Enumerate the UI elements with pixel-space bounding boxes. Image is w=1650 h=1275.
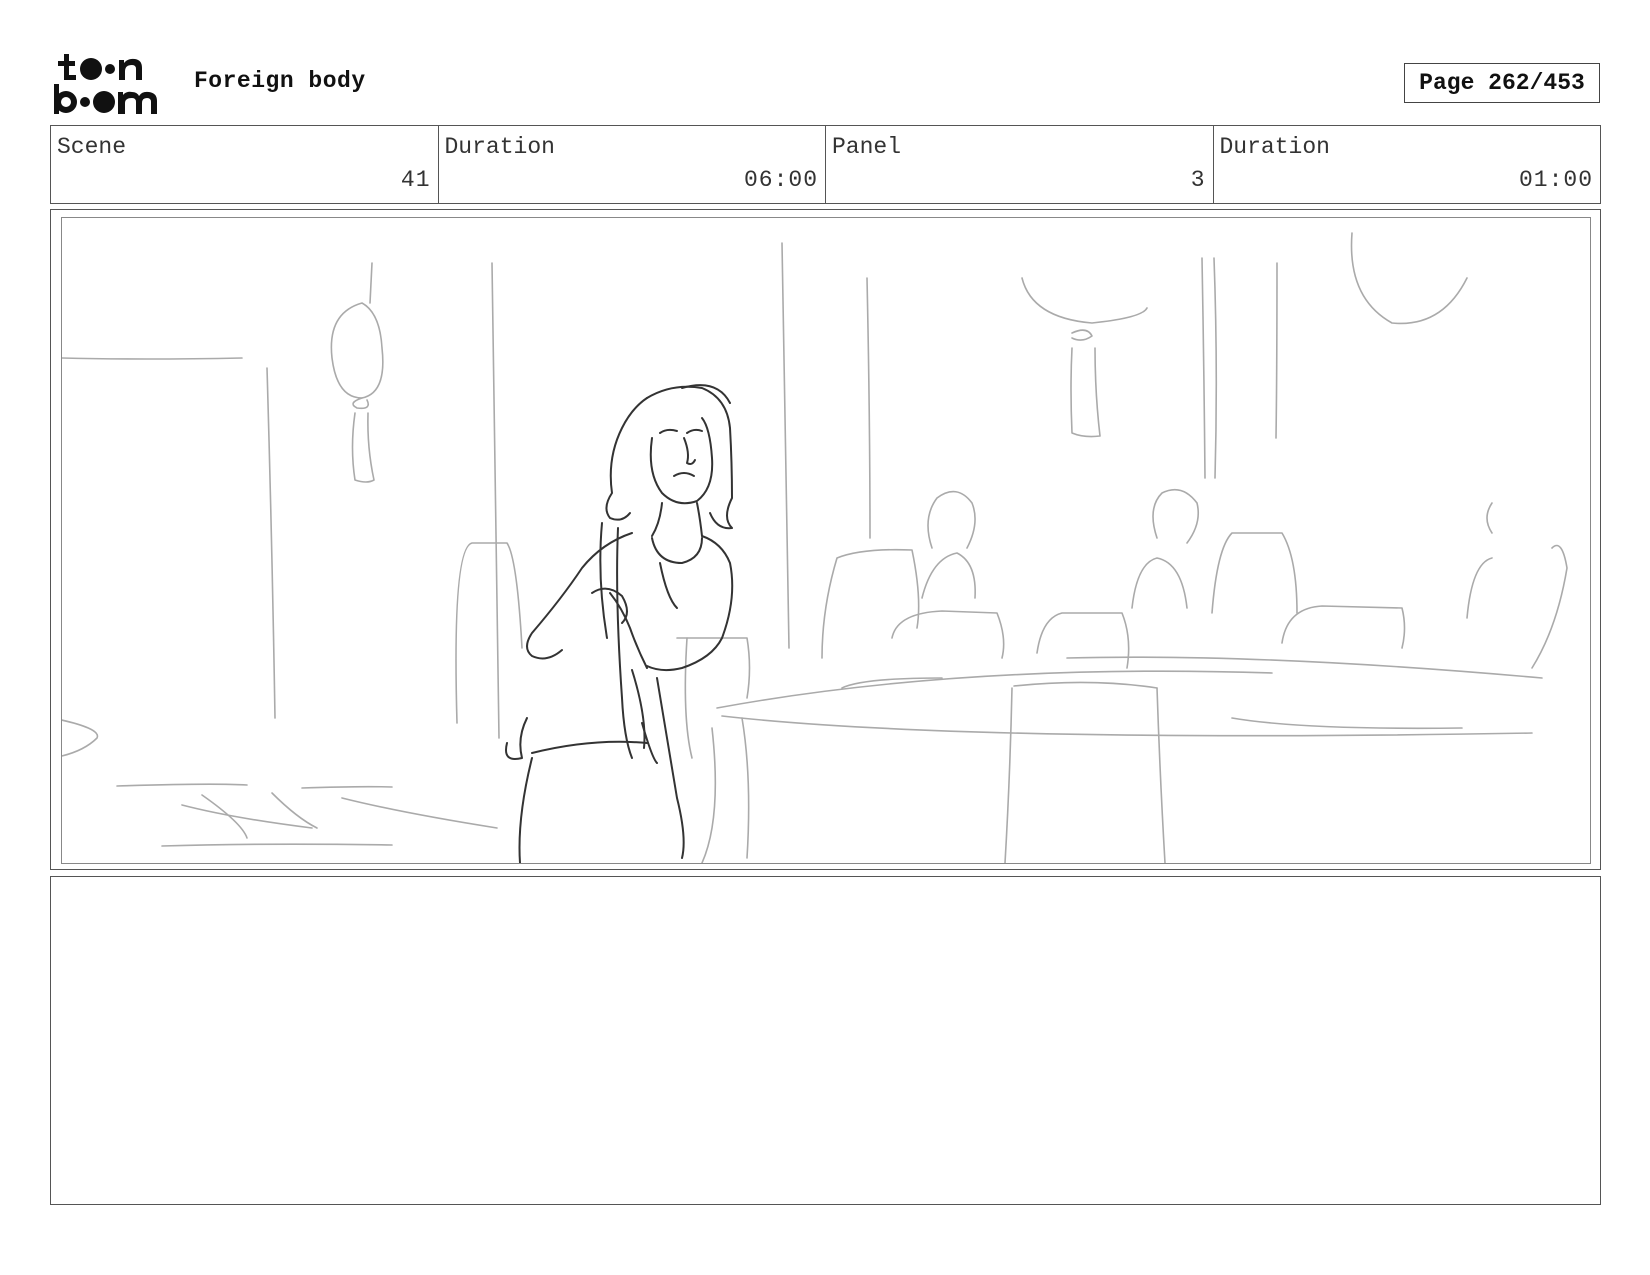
toonboom-logo [54, 52, 172, 116]
page-indicator: Page 262/453 [1404, 63, 1600, 103]
panel-cell: Panel 3 [826, 126, 1214, 203]
scene-duration-label: Duration [444, 134, 555, 160]
scene-duration-value: 06:00 [743, 167, 818, 193]
scene-value: 41 [400, 167, 431, 193]
panel-info-row: Scene 41 Duration 06:00 Panel 3 Duration… [50, 125, 1601, 204]
project-title: Foreign body [194, 68, 366, 94]
panel-label: Panel [832, 134, 902, 160]
panel-duration-label: Duration [1219, 134, 1330, 160]
scene-label: Scene [57, 134, 127, 160]
scene-cell: Scene 41 [51, 126, 439, 203]
panel-duration-value: 01:00 [1518, 167, 1593, 193]
scene-duration-cell: Duration 06:00 [439, 126, 826, 203]
panel-duration-cell: Duration 01:00 [1214, 126, 1601, 203]
storyboard-sketch [61, 217, 1591, 864]
panel-value: 3 [1190, 167, 1206, 193]
panel-notes-box [50, 876, 1601, 1205]
